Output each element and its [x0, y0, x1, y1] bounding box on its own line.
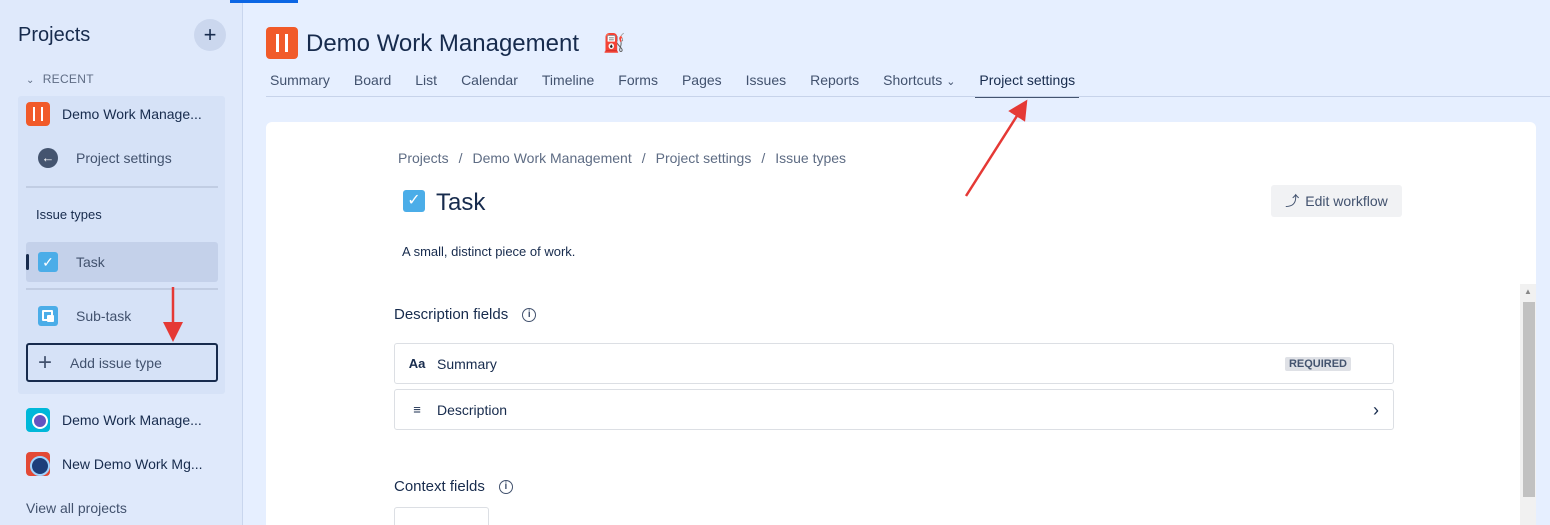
sidebar: Projects + ⌄ RECENT Demo Work Manage... ←… [0, 0, 243, 525]
add-issue-type-label: Add issue type [70, 354, 162, 371]
tab-calendar[interactable]: Calendar [461, 72, 518, 96]
tab-board[interactable]: Board [354, 72, 391, 96]
view-all-projects-link[interactable]: View all projects [26, 500, 127, 516]
project-name: Demo Work Manage... [62, 106, 202, 122]
field-label: Summary [437, 355, 497, 372]
edit-workflow-label: Edit workflow [1305, 193, 1388, 209]
scroll-up-arrow-icon[interactable]: ▲ [1520, 284, 1536, 300]
task-checkbox-icon: ✓ [403, 190, 425, 212]
sidebar-item-label: Sub-task [76, 308, 132, 324]
context-fields-heading: Context fields i [394, 478, 513, 495]
tab-forms[interactable]: Forms [618, 72, 658, 96]
breadcrumb-item[interactable]: Issue types [775, 150, 846, 166]
top-accent-bar [230, 0, 298, 3]
issue-types-heading: Issue types [36, 207, 102, 222]
breadcrumb-item[interactable]: Demo Work Management [472, 150, 631, 166]
project-robot-icon [26, 408, 50, 432]
tab-shortcuts[interactable]: Shortcuts ⌄ [883, 72, 955, 96]
paint-bucket-icon[interactable]: ⛽ [603, 33, 625, 54]
chevron-down-icon: ⌄ [946, 76, 956, 88]
plus-icon: + [38, 348, 53, 376]
breadcrumb: Projects / Demo Work Management / Projec… [398, 150, 846, 166]
add-project-button[interactable]: + [194, 19, 226, 51]
project-name: New Demo Work Mg... [62, 456, 203, 472]
chevron-right-icon: › [1373, 400, 1379, 420]
sidebar-project-item[interactable]: New Demo Work Mg... [26, 446, 226, 482]
breadcrumb-item[interactable]: Project settings [656, 150, 752, 166]
divider [26, 288, 218, 290]
breadcrumb-separator: / [761, 150, 766, 166]
section-title: Context fields [394, 478, 485, 495]
tab-timeline[interactable]: Timeline [542, 72, 594, 96]
breadcrumb-separator: / [641, 150, 646, 166]
chevron-down-icon: ⌄ [26, 75, 35, 86]
recent-label: RECENT [42, 72, 94, 86]
active-indicator [26, 254, 29, 270]
subtask-icon [38, 306, 58, 326]
project-globe-icon [26, 452, 50, 476]
text-field-icon: Aa [408, 356, 426, 371]
project-avatar-icon [266, 27, 298, 59]
task-checkbox-icon: ✓ [38, 252, 58, 272]
main-content-panel [266, 122, 1536, 525]
sidebar-title: Projects [18, 24, 91, 46]
paragraph-icon: ≡ [413, 402, 421, 417]
required-badge: REQUIRED [1284, 357, 1351, 371]
breadcrumb-item[interactable]: Projects [398, 150, 449, 166]
arrow-left-icon: ← [38, 148, 58, 168]
sidebar-project-item[interactable]: Demo Work Manage... [26, 402, 226, 438]
add-issue-type-button[interactable]: + Add issue type [26, 343, 218, 382]
field-row-summary[interactable]: Aa Summary REQUIRED [394, 343, 1394, 384]
tabs-divider [266, 96, 1550, 97]
plus-icon: + [203, 22, 217, 47]
context-field-row[interactable] [394, 507, 489, 525]
recent-section-toggle[interactable]: ⌄ RECENT [26, 72, 94, 86]
divider [26, 186, 218, 188]
project-tabs: Summary Board List Calendar Timeline For… [270, 72, 1099, 98]
page-title: Demo Work Management [306, 30, 579, 57]
project-icon [26, 102, 50, 126]
tab-summary[interactable]: Summary [270, 72, 330, 96]
breadcrumb-separator: / [458, 150, 463, 166]
issue-type-description: A small, distinct piece of work. [402, 244, 576, 259]
issue-type-title: Task [436, 189, 486, 216]
tab-issues[interactable]: Issues [746, 72, 786, 96]
sidebar-item-label: Task [76, 254, 105, 270]
tab-shortcuts-label: Shortcuts [883, 72, 943, 88]
field-label: Description [437, 401, 508, 418]
tab-pages[interactable]: Pages [682, 72, 722, 96]
section-title: Description fields [394, 306, 509, 323]
project-name: Demo Work Manage... [62, 412, 202, 428]
tab-project-settings[interactable]: Project settings [975, 72, 1079, 98]
workflow-icon: ⤴ [1285, 193, 1300, 209]
sidebar-item-task[interactable]: ✓ Task [26, 242, 218, 282]
back-label: Project settings [76, 150, 172, 166]
sidebar-item-subtask[interactable]: Sub-task [26, 296, 218, 336]
info-icon[interactable]: i [522, 307, 537, 322]
back-to-project-settings[interactable]: ← Project settings [38, 148, 172, 168]
edit-workflow-button[interactable]: ⤴ Edit workflow [1271, 185, 1402, 217]
tab-list[interactable]: List [415, 72, 437, 96]
field-row-description[interactable]: ≡ Description › [394, 389, 1394, 430]
sidebar-project-current[interactable]: Demo Work Manage... [26, 96, 226, 132]
info-icon[interactable]: i [498, 479, 513, 494]
description-fields-heading: Description fields i [394, 306, 537, 323]
tab-reports[interactable]: Reports [810, 72, 859, 96]
scrollbar-thumb[interactable] [1523, 302, 1535, 497]
